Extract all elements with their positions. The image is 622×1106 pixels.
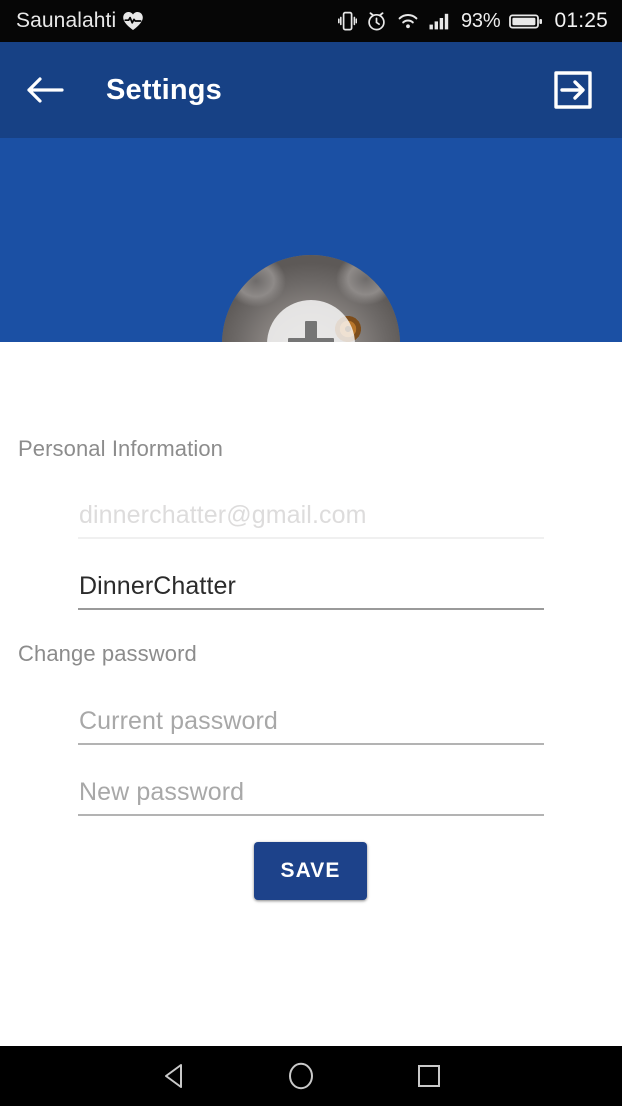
page-title: Settings: [106, 73, 222, 106]
status-bar-left: Saunalahti: [16, 9, 144, 33]
new-password-field[interactable]: New password: [78, 764, 544, 816]
username-field-value: DinnerChatter: [79, 572, 236, 600]
save-button[interactable]: SAVE: [254, 842, 367, 900]
clock-label: 01:25: [554, 9, 608, 32]
battery-icon: [509, 14, 543, 29]
circle-home-icon: [289, 1062, 313, 1090]
logout-button[interactable]: [544, 61, 602, 119]
username-field-underline: [78, 608, 544, 610]
vibrate-icon: [338, 11, 357, 31]
status-bar-right: 93% 01:25: [338, 9, 608, 33]
phone-screen: Saunalahti 93% 01:25 Settings Personal I…: [0, 0, 622, 1106]
heart-pulse-icon: [123, 12, 144, 30]
alarm-clock-icon: [368, 12, 385, 31]
logout-icon: [554, 71, 592, 109]
status-bar: Saunalahti 93% 01:25: [0, 0, 622, 42]
triangle-back-icon: [165, 1064, 182, 1088]
settings-form: Personal Information dinnerchatter@gmail…: [0, 342, 622, 1046]
wifi-icon: [398, 14, 418, 29]
email-field-underline: [78, 537, 544, 539]
carrier-label: Saunalahti: [16, 9, 117, 32]
current-password-underline: [78, 743, 544, 745]
toolbar: Settings: [0, 42, 622, 138]
new-password-underline: [78, 814, 544, 816]
back-button[interactable]: [14, 59, 76, 121]
change-password-label: Change password: [18, 641, 197, 666]
email-field-value: dinnerchatter@gmail.com: [79, 501, 367, 529]
cellular-signal-icon: [429, 13, 449, 30]
current-password-placeholder: Current password: [79, 707, 278, 735]
nav-home-button[interactable]: [258, 1046, 344, 1106]
new-password-placeholder: New password: [79, 778, 245, 806]
arrow-left-icon: [27, 77, 64, 103]
personal-information-label: Personal Information: [18, 436, 223, 461]
username-field[interactable]: DinnerChatter: [78, 558, 544, 610]
current-password-field[interactable]: Current password: [78, 693, 544, 745]
nav-back-button[interactable]: [131, 1046, 217, 1106]
android-navigation-bar: [0, 1046, 622, 1106]
battery-percent-label: 93%: [461, 9, 501, 32]
square-recents-icon: [418, 1065, 440, 1087]
email-field[interactable]: dinnerchatter@gmail.com: [78, 487, 544, 539]
nav-recents-button[interactable]: [386, 1046, 472, 1106]
